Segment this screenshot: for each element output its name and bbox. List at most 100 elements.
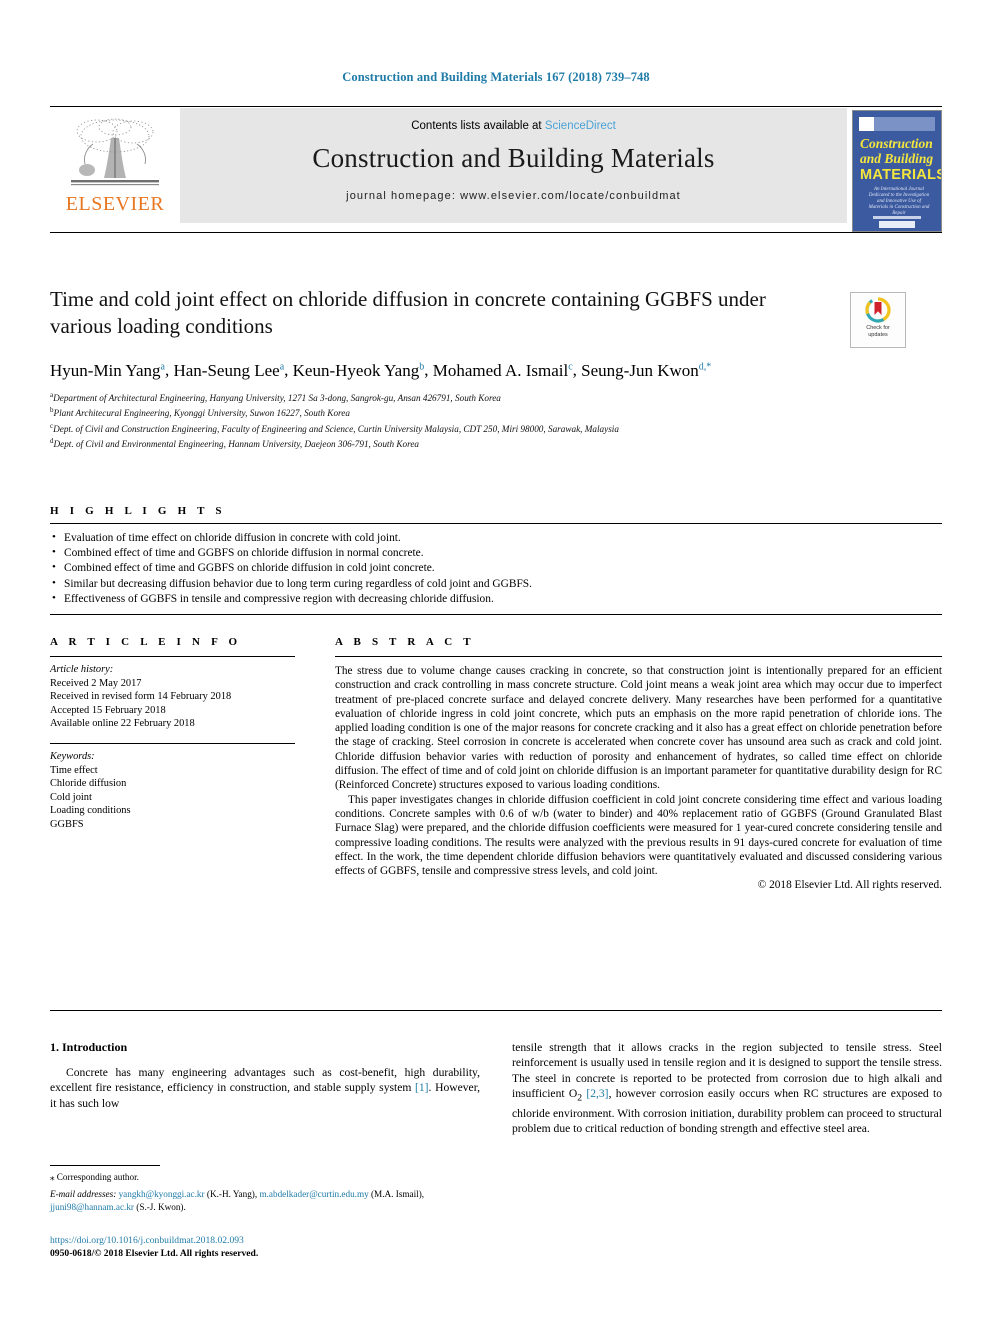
author-1-name: Hyun-Min Yang bbox=[50, 360, 161, 380]
corresponding-author-note: ⁎ Corresponding author. bbox=[50, 1171, 480, 1183]
author-3-name: Keun-Hyeok Yang bbox=[292, 360, 420, 380]
affiliation-c-text: Dept. of Civil and Construction Engineer… bbox=[53, 423, 619, 434]
cover-bottom-rule bbox=[873, 216, 921, 219]
corresponding-author-text: Corresponding author. bbox=[56, 1171, 139, 1182]
citation-ref-2-3[interactable]: [2,3] bbox=[582, 1087, 608, 1100]
cover-title-line1: Construction bbox=[860, 136, 933, 151]
author-4[interactable]: Mohamed A. Ismailc bbox=[433, 361, 573, 380]
email-addresses-note: E-mail addresses: yangkh@kyonggi.ac.kr (… bbox=[50, 1188, 480, 1213]
journal-title: Construction and Building Materials bbox=[312, 143, 715, 173]
highlight-item: Combined effect of time and GGBFS on chl… bbox=[50, 560, 942, 576]
keyword-item: Loading conditions bbox=[50, 805, 131, 817]
cover-publisher-mark bbox=[859, 117, 874, 131]
sciencedirect-link[interactable]: ScienceDirect bbox=[545, 120, 616, 132]
author-3-mark: b bbox=[419, 361, 425, 372]
doi-link[interactable]: https://doi.org/10.1016/j.conbuildmat.20… bbox=[50, 1235, 480, 1248]
abstract-paragraph-1: The stress due to volume change causes c… bbox=[335, 665, 942, 792]
keywords-label: Keywords: bbox=[50, 750, 95, 762]
page-title: Time and cold joint effect on chloride d… bbox=[50, 287, 766, 338]
cover-title-line2: and Building bbox=[860, 151, 934, 166]
publisher-logo: ELSEVIER bbox=[50, 108, 180, 232]
email-label: E-mail addresses: bbox=[50, 1189, 117, 1200]
keywords-rule bbox=[50, 742, 295, 744]
author-2[interactable]: Han-Seung Leea bbox=[173, 361, 284, 380]
contents-prefix: Contents lists available at bbox=[411, 120, 545, 132]
abstract-heading: A B S T R A C T bbox=[335, 636, 475, 648]
affiliation-a: aDepartment of Architectural Engineering… bbox=[50, 389, 942, 404]
author-list: Hyun-Min Yanga, Han-Seung Leea, Keun-Hye… bbox=[50, 360, 712, 380]
highlight-item: Combined effect of time and GGBFS on chl… bbox=[50, 545, 942, 561]
article-history-label: Article history: bbox=[50, 664, 114, 675]
author-5-mark: d,* bbox=[698, 361, 712, 372]
article-info-heading: A R T I C L E I N F O bbox=[50, 636, 242, 648]
intro-paragraph-right: tensile strength that it allows cracks i… bbox=[512, 1040, 942, 1136]
article-history-item: Received in revised form 14 February 201… bbox=[50, 691, 232, 703]
affiliation-list: aDepartment of Architectural Engineering… bbox=[50, 389, 942, 451]
cover-blurb: An International Journal Dedicated to th… bbox=[868, 187, 930, 216]
author-5-name: Seung-Jun Kwon bbox=[581, 360, 699, 380]
email-owner-3: (S.-J. Kwon). bbox=[133, 1201, 186, 1212]
author-1-mark: a bbox=[160, 361, 165, 372]
affiliation-d-text: Dept. of Civil and Environmental Enginee… bbox=[53, 439, 420, 450]
crossmark-line1: Check for bbox=[866, 325, 890, 331]
article-history-item: Accepted 15 February 2018 bbox=[50, 704, 166, 716]
highlight-item: Similar but decreasing diffusion behavio… bbox=[50, 576, 942, 592]
masthead-top-rule bbox=[50, 106, 942, 107]
article-history-item: Available online 22 February 2018 bbox=[50, 718, 195, 730]
highlight-item: Effectiveness of GGBFS in tensile and co… bbox=[50, 591, 942, 607]
doi-block: https://doi.org/10.1016/j.conbuildmat.20… bbox=[50, 1235, 480, 1260]
email-link-3[interactable]: jjuni98@hannam.ac.kr bbox=[50, 1202, 134, 1212]
journal-cover-thumbnail: Construction and Building MATERIALS An I… bbox=[852, 110, 942, 232]
abstract-copyright: © 2018 Elsevier Ltd. All rights reserved… bbox=[757, 879, 942, 892]
author-4-mark: c bbox=[568, 361, 573, 372]
contents-available-line: Contents lists available at ScienceDirec… bbox=[180, 108, 847, 132]
article-info-column: A R T I C L E I N F O Article history: R… bbox=[50, 636, 295, 893]
body-column-left: 1. Introduction Concrete has many engine… bbox=[50, 1040, 480, 1260]
email-link-1[interactable]: yangkh@kyonggi.ac.kr bbox=[119, 1189, 205, 1199]
email-owner-1: (K.-H. Yang), bbox=[204, 1189, 260, 1200]
intro-paragraph-left: Concrete has many engineering advantages… bbox=[50, 1065, 480, 1111]
affiliation-d: dDept. of Civil and Environmental Engine… bbox=[50, 435, 942, 450]
author-1[interactable]: Hyun-Min Yanga bbox=[50, 361, 165, 380]
journal-homepage-url[interactable]: journal homepage: www.elsevier.com/locat… bbox=[180, 190, 847, 202]
abstract-bottom-rule bbox=[50, 1010, 942, 1011]
affiliation-a-text: Department of Architectural Engineering,… bbox=[53, 392, 501, 403]
body-column-right: tensile strength that it allows cracks i… bbox=[512, 1040, 942, 1260]
journal-masthead: ELSEVIER Contents lists available at Sci… bbox=[50, 106, 942, 233]
abstract-rule bbox=[335, 656, 942, 657]
title-block: Time and cold joint effect on chloride d… bbox=[50, 286, 942, 451]
asterisk-icon: ⁎ bbox=[50, 1171, 55, 1182]
author-3[interactable]: Keun-Hyeok Yangb bbox=[293, 361, 425, 380]
abstract-body: The stress due to volume change causes c… bbox=[335, 664, 942, 893]
keyword-item: Cold joint bbox=[50, 791, 92, 803]
author-5[interactable]: Seung-Jun Kwond,* bbox=[581, 361, 711, 380]
highlights-heading: H I G H L I G H T S bbox=[50, 505, 226, 517]
author-2-mark: a bbox=[279, 361, 285, 372]
issn-copyright-line: 0950-0618/© 2018 Elsevier Ltd. All right… bbox=[50, 1247, 259, 1259]
running-head: Construction and Building Materials 167 … bbox=[342, 70, 650, 84]
highlights-section: H I G H L I G H T S Evaluation of time e… bbox=[50, 505, 942, 616]
crossmark-line2: updates bbox=[868, 331, 888, 338]
footnote-divider bbox=[50, 1164, 160, 1166]
email-link-2[interactable]: m.abdelkader@curtin.edu.my bbox=[259, 1189, 368, 1199]
affiliation-b: bPlant Architecural Engineering, Kyonggi… bbox=[50, 404, 942, 419]
citation-ref-1[interactable]: [1] bbox=[415, 1081, 429, 1094]
keyword-item: Chloride diffusion bbox=[50, 778, 127, 790]
highlights-bottom-rule bbox=[50, 614, 942, 616]
crossmark-label: Check for updates bbox=[866, 325, 890, 338]
journal-cover-thumbnail-wrap: Construction and Building MATERIALS An I… bbox=[847, 108, 942, 232]
article-history-item: Received 2 May 2017 bbox=[50, 677, 142, 689]
elsevier-tree-icon bbox=[63, 114, 167, 192]
masthead-banner: Contents lists available at ScienceDirec… bbox=[180, 108, 847, 223]
author-2-name: Han-Seung Lee bbox=[173, 360, 280, 380]
abstract-column: A B S T R A C T The stress due to volume… bbox=[295, 636, 942, 893]
keyword-item: GGBFS bbox=[50, 818, 84, 830]
affiliation-b-text: Plant Architecural Engineering, Kyonggi … bbox=[53, 408, 350, 419]
crossmark-icon bbox=[865, 297, 891, 323]
email-owner-2: (M.A. Ismail), bbox=[368, 1189, 425, 1200]
author-4-name: Mohamed A. Ismail bbox=[432, 360, 569, 380]
highlight-item: Evaluation of time effect on chloride di… bbox=[50, 530, 942, 546]
article-info-abstract-section: A R T I C L E I N F O Article history: R… bbox=[50, 636, 942, 893]
paper-page: Construction and Building Materials 167 … bbox=[0, 0, 992, 1323]
crossmark-badge[interactable]: Check for updates bbox=[850, 292, 906, 348]
